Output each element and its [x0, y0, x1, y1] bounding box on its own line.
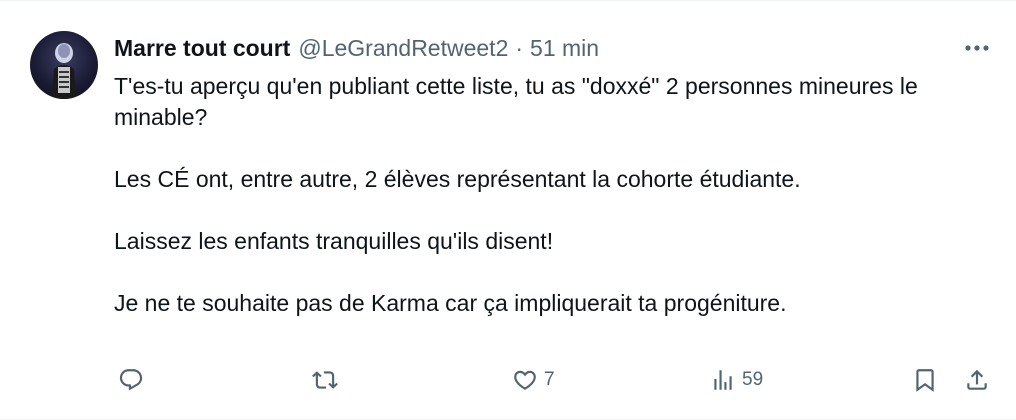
views-icon: [714, 370, 732, 390]
separator-dot: ·: [515, 34, 524, 61]
more-options-button[interactable]: [960, 33, 994, 63]
action-bar: 7 59: [114, 363, 994, 397]
user-handle[interactable]: @LeGrandRetweet2: [298, 35, 508, 62]
views-count: 59: [742, 369, 764, 390]
bookmark-icon: [916, 369, 934, 392]
retweet-button[interactable]: [312, 363, 344, 397]
display-name[interactable]: Marre tout court: [114, 35, 290, 62]
tweet-text: T'es-tu aperçu qu'en publiant cette list…: [114, 71, 974, 319]
avatar[interactable]: [30, 31, 98, 99]
like-button[interactable]: 7: [512, 363, 555, 397]
share-icon: [967, 369, 987, 390]
avatar-image: [52, 43, 76, 99]
reply-icon: [119, 369, 143, 391]
tweet-header: Marre tout court @LeGrandRetweet2 · 51 m…: [114, 33, 599, 63]
retweet-icon: [312, 371, 338, 389]
tweet-paragraph: T'es-tu aperçu qu'en publiant cette list…: [114, 73, 918, 130]
bookmark-button[interactable]: [912, 363, 938, 397]
tweet-paragraph: Laissez les enfants tranquilles qu'ils d…: [114, 228, 554, 254]
like-count: 7: [544, 369, 555, 390]
reply-button[interactable]: [118, 363, 150, 397]
heart-icon: [514, 370, 536, 390]
tweet-paragraph: Les CÉ ont, entre autre, 2 élèves représ…: [114, 166, 801, 192]
tweet-paragraph: Je ne te souhaite pas de Karma car ça im…: [114, 290, 787, 316]
views-button[interactable]: 59: [710, 363, 763, 397]
share-button[interactable]: [964, 363, 990, 397]
timestamp[interactable]: 51 min: [530, 35, 599, 62]
more-icon: [965, 45, 989, 51]
tweet-card[interactable]: Marre tout court @LeGrandRetweet2 · 51 m…: [0, 0, 1016, 420]
